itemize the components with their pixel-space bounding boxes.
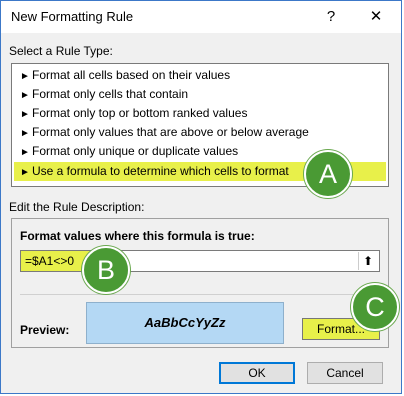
rule-type-item[interactable]: ► Format only values that are above or be… [14, 123, 386, 142]
rule-description-label: Edit the Rule Description: [9, 200, 145, 214]
callout-c: C [351, 283, 399, 331]
dialog-title: New Formatting Rule [11, 9, 134, 24]
rule-type-label: Select a Rule Type: [9, 44, 113, 58]
arrow-icon: ► [20, 128, 30, 139]
rule-type-item-label: Format only values that are above or bel… [32, 125, 309, 139]
arrow-icon: ► [20, 147, 30, 158]
formula-input[interactable]: =$A1<>0 ⬆ [20, 250, 380, 272]
close-button[interactable]: ✕ [362, 5, 390, 29]
rule-type-item[interactable]: ► Format all cells based on their values [14, 66, 386, 85]
title-bar: New Formatting Rule ? ✕ [1, 1, 401, 33]
rule-type-item-label: Format all cells based on their values [32, 68, 231, 82]
rule-type-item-label: Use a formula to determine which cells t… [32, 164, 289, 178]
collapse-dialog-icon[interactable]: ⬆ [358, 252, 377, 270]
help-button[interactable]: ? [319, 5, 343, 29]
arrow-icon: ► [20, 109, 30, 120]
rule-type-item-label: Format only cells that contain [32, 87, 189, 101]
callout-a: A [304, 150, 352, 198]
arrow-icon: ► [20, 71, 30, 82]
new-formatting-rule-dialog: New Formatting Rule ? ✕ Select a Rule Ty… [0, 0, 402, 394]
rule-type-item[interactable]: ► Format only cells that contain [14, 85, 386, 104]
rule-description-panel: Format values where this formula is true… [11, 218, 389, 348]
cancel-button[interactable]: Cancel [307, 362, 383, 384]
formula-label: Format values where this formula is true… [20, 229, 255, 243]
preview-sample: AaBbCcYyZz [86, 302, 284, 344]
ok-button[interactable]: OK [219, 362, 295, 384]
preview-label: Preview: [20, 323, 70, 337]
rule-type-item-label: Format only unique or duplicate values [32, 144, 239, 158]
arrow-icon: ► [20, 90, 30, 101]
rule-type-item[interactable]: ► Format only top or bottom ranked values [14, 104, 386, 123]
divider [20, 294, 380, 295]
callout-b: B [82, 246, 130, 294]
rule-type-item-label: Format only top or bottom ranked values [32, 106, 248, 120]
arrow-icon: ► [20, 167, 30, 178]
